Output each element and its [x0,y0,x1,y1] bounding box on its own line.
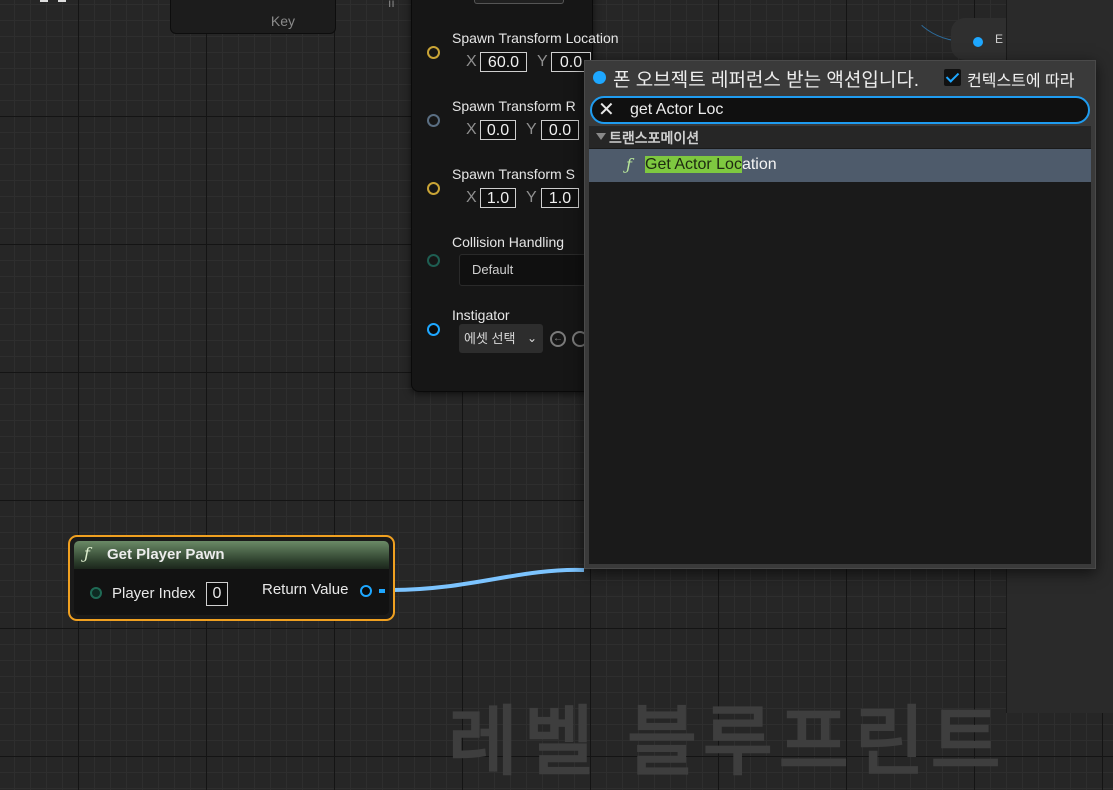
clear-search-icon[interactable]: ✕ [598,99,615,121]
top-input-field[interactable] [474,0,564,4]
location-pin[interactable] [427,46,440,59]
collision-value: Default [472,262,514,277]
search-input[interactable] [630,100,1070,120]
context-description: 폰 오브젝트 레퍼런스 받는 액션입니다. [613,70,920,91]
chevron-down-icon: ⌄ [526,331,537,345]
rotation-label: Spawn Transform R [452,98,576,114]
scale-x-axis: X [466,189,477,206]
exec-pin-icon [973,37,983,47]
context-sensitive-checkbox[interactable] [944,69,961,86]
context-pin-icon [593,71,606,84]
category-label: 트랜스포메이션 [609,130,700,146]
collision-pin[interactable] [427,254,440,267]
scale-pin[interactable] [427,182,440,195]
graph-small-glyph: ıı [388,0,395,10]
search-match-highlight: Get Actor Loc [645,156,742,173]
key-label: Key [270,13,295,29]
partial-node-right[interactable]: E [951,18,1011,60]
graph-background-title: 레벨 블루프린트 [448,700,1007,785]
action-list[interactable]: 트랜스포메이션 ƒ Get Actor Location [589,126,1091,564]
collision-dropdown[interactable]: Default [459,254,589,286]
rotation-x-axis: X [466,121,477,138]
category-transformation[interactable]: 트랜스포메이션 [589,126,1091,148]
instigator-label: Instigator [452,307,510,323]
asset-select-label: 에셋 선택 [464,331,516,346]
rotation-x-input[interactable]: 0.0 [480,120,516,140]
list-item-get-actor-location[interactable]: ƒ Get Actor Location [589,149,1091,182]
scale-y-axis: Y [526,189,537,206]
location-label: Spawn Transform Location [452,30,619,46]
player-index-input[interactable]: 0 [206,582,228,606]
node-header[interactable]: ƒ Get Player Pawn [74,541,389,569]
graph-glyph-icon [40,0,68,6]
return-value-label: Return Value [262,581,349,598]
action-name: Get Actor Location [645,156,777,174]
search-box[interactable]: ✕ [590,96,1090,124]
asset-select-dropdown[interactable]: 에셋 선택 ⌄ [459,324,543,353]
node-body: Player Index 0 Return Value [74,569,389,615]
scale-y-input[interactable]: 1.0 [541,188,579,208]
player-index-pin[interactable] [90,587,102,599]
function-icon: ƒ [84,544,90,563]
location-x-input[interactable]: 60.0 [480,52,527,72]
collapse-triangle-icon[interactable] [596,133,606,140]
rotation-pin[interactable] [427,114,440,127]
collision-label: Collision Handling [452,234,565,250]
action-name-rest: ation [741,156,777,173]
player-index-label: Player Index [112,585,196,602]
pin-arrow-icon [379,589,385,593]
instigator-pin[interactable] [427,323,440,336]
context-sensitive-label[interactable]: 컨텍스트에 따라 [967,67,1075,91]
location-x-axis: X [466,53,477,70]
partial-node-top[interactable]: Key [170,0,336,34]
context-action-menu[interactable]: 폰 오브젝트 레퍼런스 받는 액션입니다. 컨텍스트에 따라 ✕ 트랜스포메이션… [584,60,1096,569]
return-value-pin[interactable] [360,585,372,597]
partial-node-label: E [995,32,1004,46]
scale-label: Spawn Transform S [452,166,575,182]
location-y-axis: Y [537,53,548,70]
use-selected-arrow-icon[interactable]: ← [550,331,566,347]
rotation-y-input[interactable]: 0.0 [541,120,579,140]
get-player-pawn-node[interactable]: ƒ Get Player Pawn Player Index 0 Return … [68,535,395,621]
function-icon: ƒ [626,155,632,174]
scale-x-input[interactable]: 1.0 [480,188,516,208]
rotation-y-axis: Y [526,121,537,138]
node-title: Get Player Pawn [107,546,225,563]
